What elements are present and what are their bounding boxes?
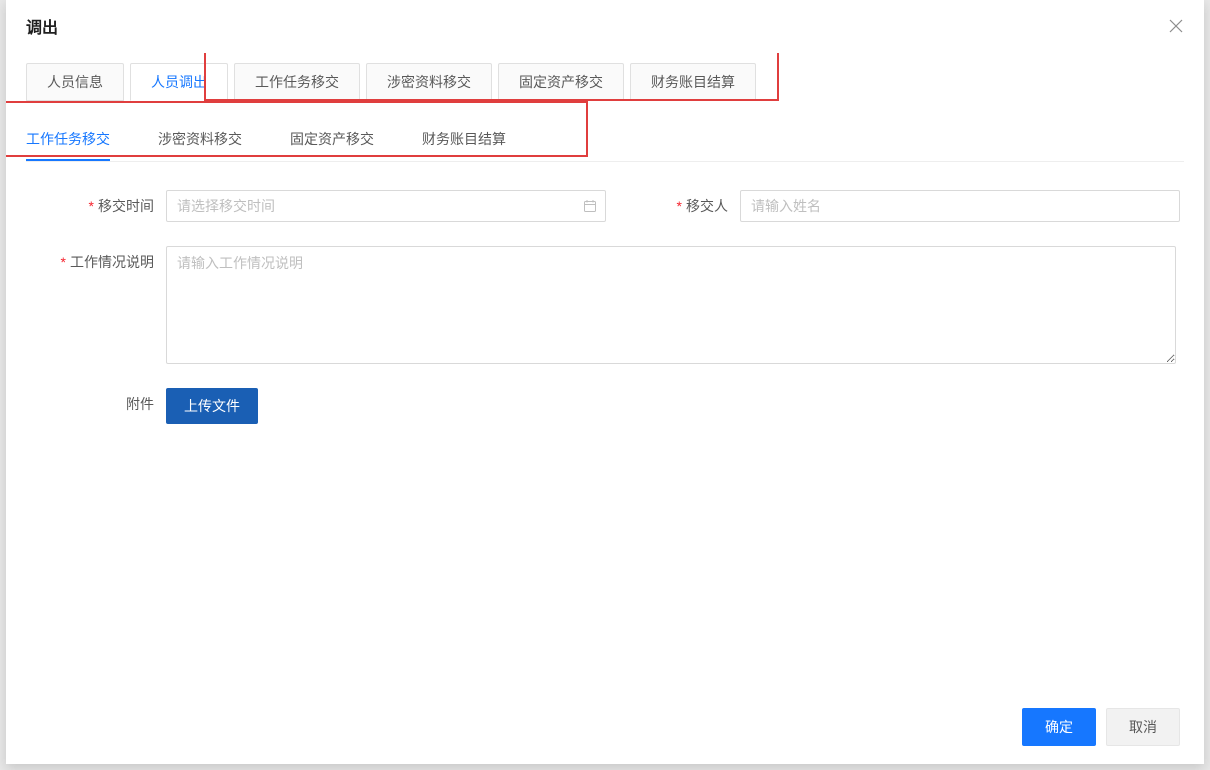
modal-dialog: 调出 人员信息 人员调出 工作任务移交 涉密资料移交 固定资产移交 财务账目结算… — [6, 0, 1204, 764]
calendar-icon — [583, 199, 597, 213]
label-attachment: 附件 — [26, 388, 166, 420]
tab-personnel-transfer[interactable]: 人员调出 — [130, 63, 228, 101]
primary-tabs: 人员信息 人员调出 工作任务移交 涉密资料移交 固定资产移交 财务账目结算 — [26, 63, 1184, 101]
close-button[interactable] — [1168, 18, 1184, 34]
cancel-button[interactable]: 取消 — [1106, 708, 1180, 746]
upload-button[interactable]: 上传文件 — [166, 388, 258, 424]
form-row-2: 工作情况说明 — [26, 246, 1184, 364]
tab-work-task-handover[interactable]: 工作任务移交 — [234, 63, 360, 101]
subtab-work-task-handover[interactable]: 工作任务移交 — [26, 119, 110, 161]
work-description-textarea[interactable] — [166, 246, 1176, 364]
tab-fixed-assets-handover[interactable]: 固定资产移交 — [498, 63, 624, 101]
tab-financial-settlement[interactable]: 财务账目结算 — [630, 63, 756, 101]
label-transfer-time: 移交时间 — [26, 190, 166, 222]
sub-tabs: 工作任务移交 涉密资料移交 固定资产移交 财务账目结算 — [26, 119, 1184, 162]
form-item-transfer-time: 移交时间 请选择移交时间 — [26, 190, 606, 222]
transfer-time-input[interactable]: 请选择移交时间 — [166, 190, 606, 222]
form-row-1: 移交时间 请选择移交时间 移交人 — [26, 190, 1184, 222]
form-item-attachment: 附件 上传文件 — [26, 388, 258, 424]
modal-footer: 确定 取消 — [6, 696, 1204, 764]
subtab-financial-settlement[interactable]: 财务账目结算 — [422, 119, 506, 161]
modal-header: 调出 — [6, 0, 1204, 53]
form-item-work-description: 工作情况说明 — [26, 246, 1176, 364]
subtab-fixed-assets-handover[interactable]: 固定资产移交 — [290, 119, 374, 161]
transfer-person-input[interactable] — [740, 190, 1180, 222]
modal-title: 调出 — [26, 14, 58, 38]
transfer-time-placeholder: 请选择移交时间 — [177, 196, 275, 216]
subtab-confidential-handover[interactable]: 涉密资料移交 — [158, 119, 242, 161]
tab-confidential-handover[interactable]: 涉密资料移交 — [366, 63, 492, 101]
label-transfer-person: 移交人 — [660, 190, 740, 222]
close-icon — [1169, 19, 1183, 33]
label-work-description: 工作情况说明 — [26, 246, 166, 278]
form-item-transfer-person: 移交人 — [660, 190, 1180, 222]
modal-body: 人员信息 人员调出 工作任务移交 涉密资料移交 固定资产移交 财务账目结算 工作… — [6, 53, 1204, 696]
form-row-3: 附件 上传文件 — [26, 388, 1184, 424]
tab-personnel-info[interactable]: 人员信息 — [26, 63, 124, 101]
confirm-button[interactable]: 确定 — [1022, 708, 1096, 746]
